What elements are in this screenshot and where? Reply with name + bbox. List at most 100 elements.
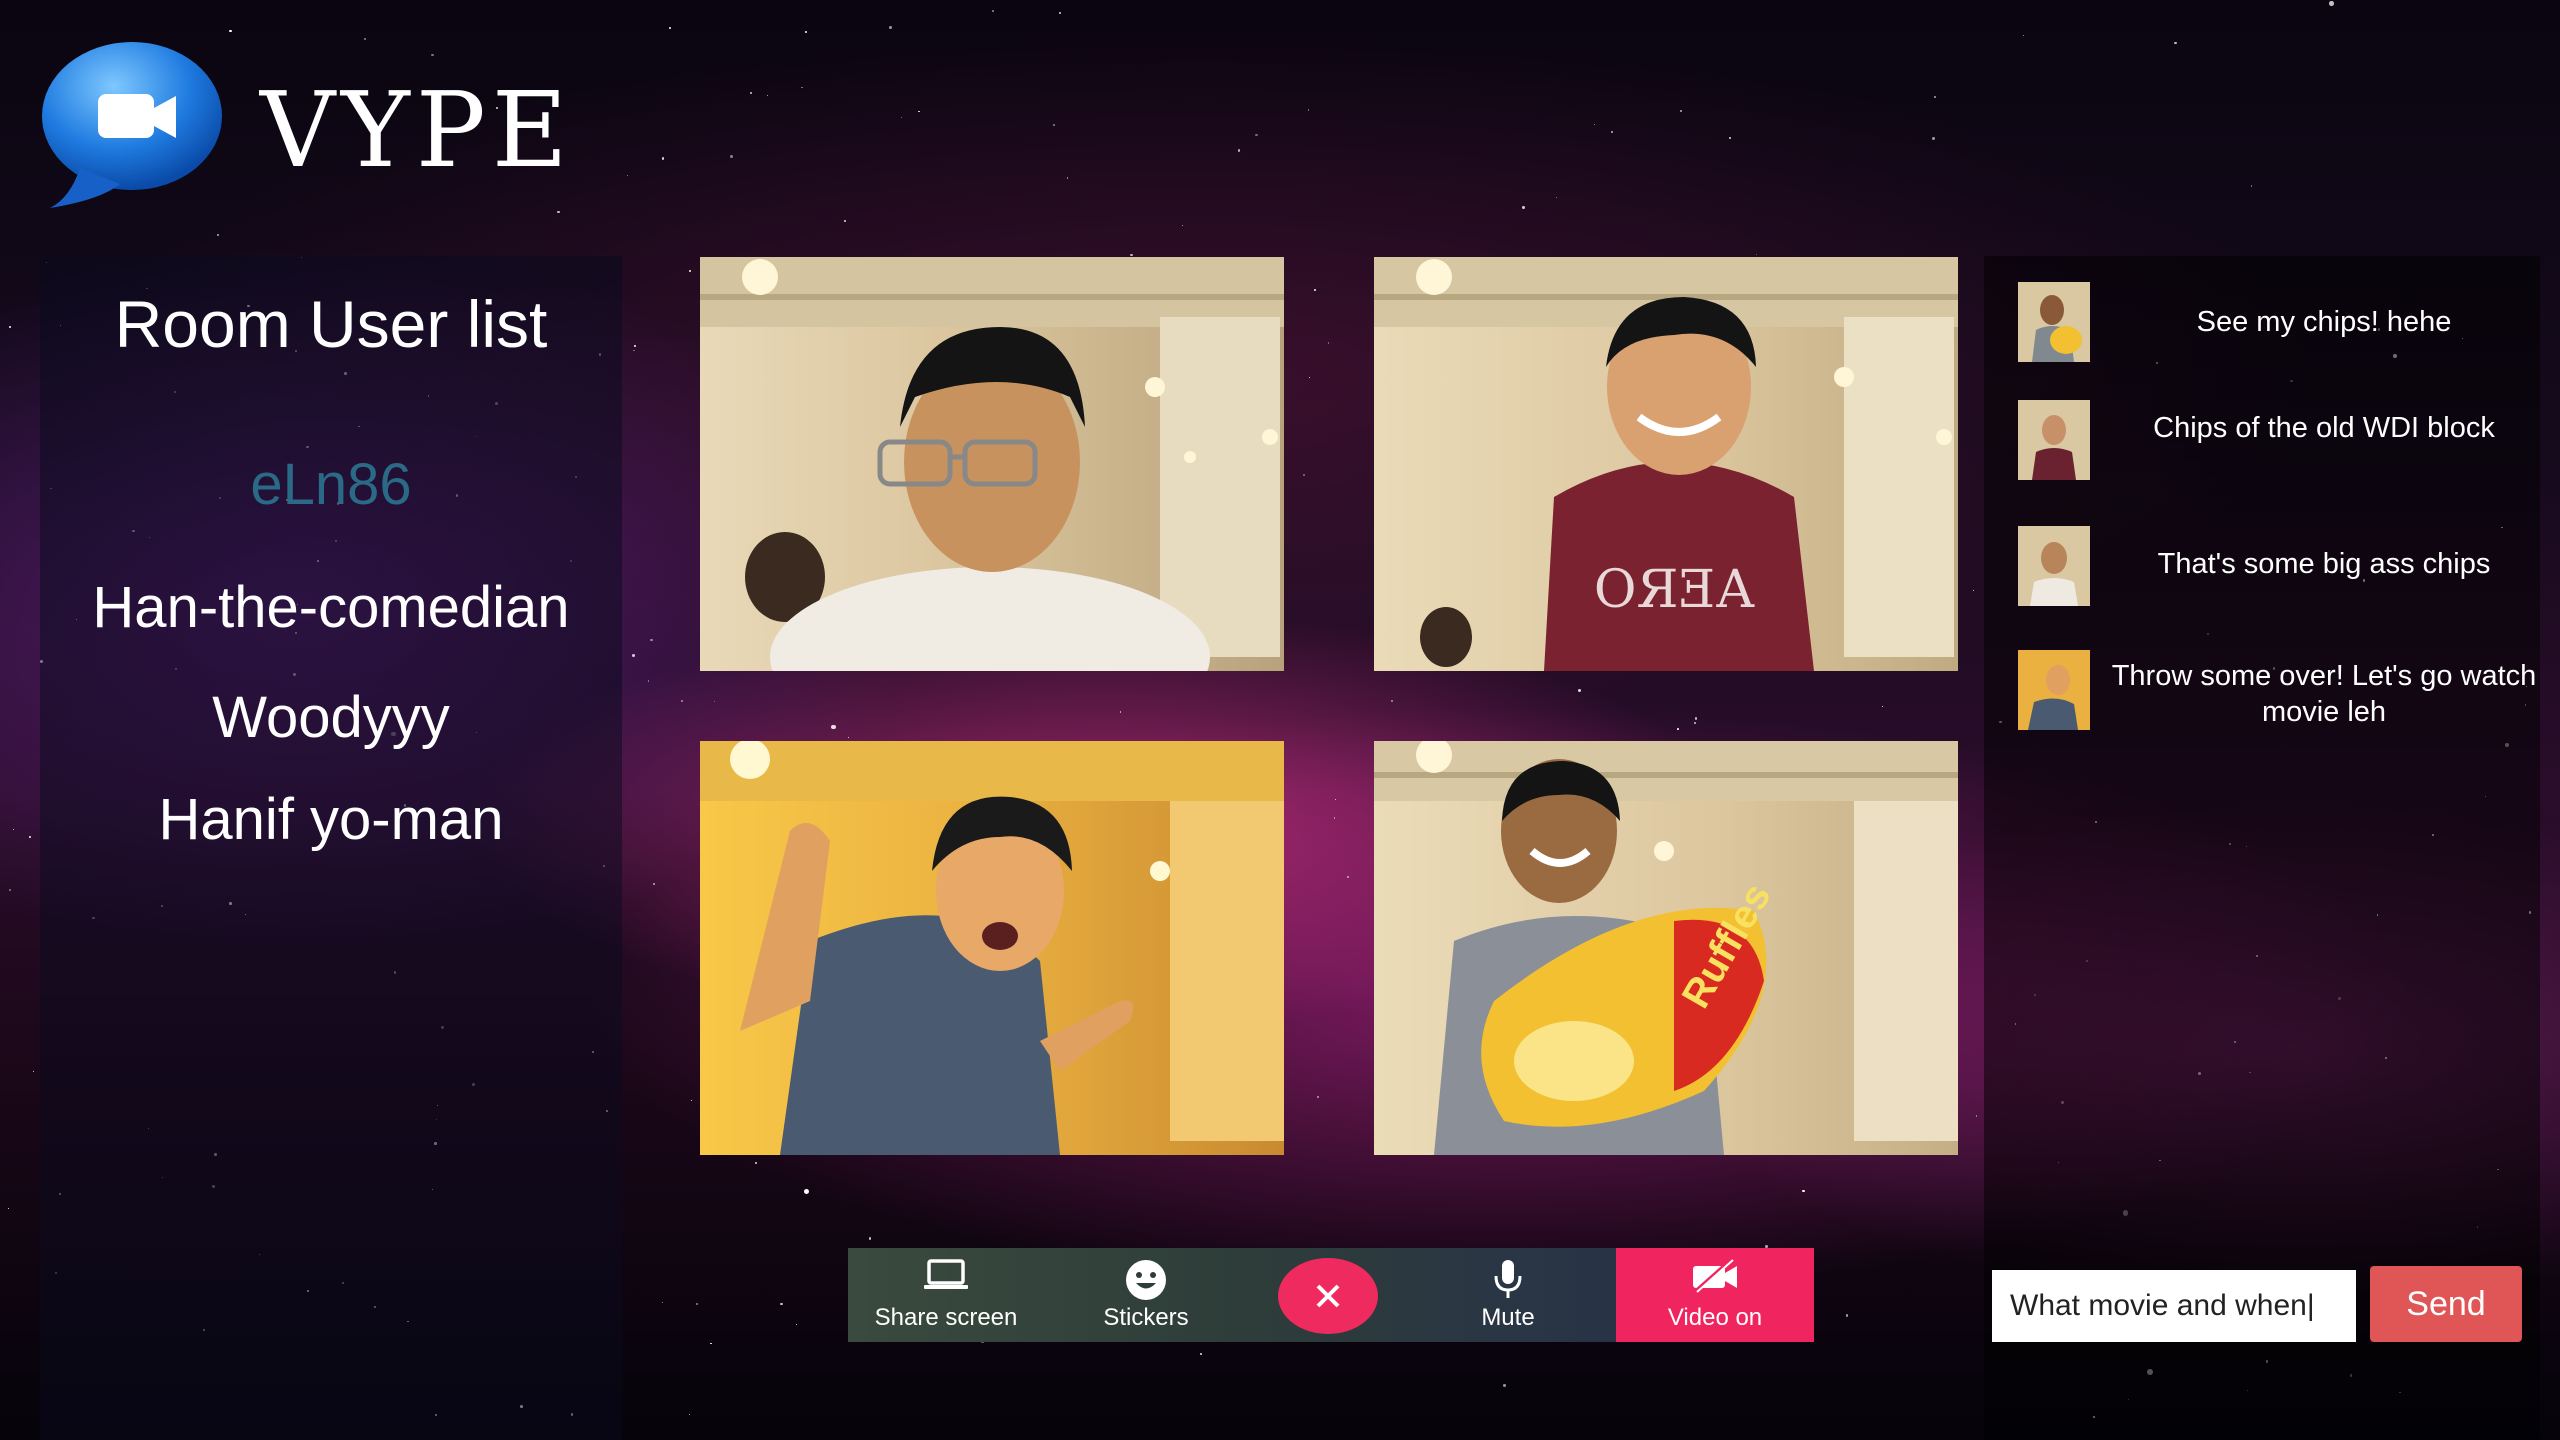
star	[1059, 12, 1062, 15]
video-tile-3	[700, 741, 1284, 1155]
star	[844, 220, 847, 223]
star	[632, 654, 636, 658]
microphone-icon	[1494, 1260, 1522, 1298]
star	[889, 26, 892, 29]
chat-message: See my chips! hehe	[1984, 282, 2540, 372]
star	[1679, 109, 1683, 113]
star	[690, 1100, 692, 1102]
chat-panel: See my chips! hehe Chips of the old WDI …	[1984, 256, 2540, 1440]
video-bubble-icon	[42, 42, 222, 208]
user-item-eln86[interactable]: eLn86	[40, 451, 622, 518]
star	[661, 157, 665, 160]
star	[2250, 185, 2252, 187]
star	[1313, 288, 1316, 291]
star	[2174, 41, 2177, 44]
star	[710, 1342, 712, 1344]
star	[750, 92, 753, 95]
star	[847, 736, 849, 739]
webcam-feed-person-maroon-shirt: OЯƎA	[1374, 257, 1958, 671]
star	[680, 699, 683, 702]
star	[1119, 711, 1122, 714]
user-item-woodyyy[interactable]: Woodyyy	[40, 684, 622, 751]
star	[1334, 798, 1337, 801]
star	[689, 1414, 691, 1416]
star	[1521, 205, 1525, 209]
star	[1975, 1115, 1977, 1117]
video-on-button[interactable]: Video on	[1616, 1248, 1814, 1342]
star	[729, 154, 733, 158]
star	[754, 1162, 757, 1165]
chat-message-text: See my chips! hehe	[2196, 306, 2452, 338]
star	[801, 86, 803, 89]
video-tile-4: Ruffles	[1374, 741, 1958, 1155]
video-tile-1	[700, 257, 1284, 671]
star	[1577, 688, 1581, 692]
mute-button[interactable]: Mute	[1410, 1248, 1606, 1342]
star	[1327, 342, 1329, 344]
star	[780, 1302, 783, 1305]
person-maroon-shirt-icon	[2018, 400, 2090, 480]
star	[1307, 109, 1310, 112]
webcam-feed-person-waving	[700, 741, 1284, 1155]
star	[669, 27, 672, 30]
star	[13, 828, 15, 830]
video-tile-2: OЯƎA	[1374, 257, 1958, 671]
star	[796, 1323, 798, 1326]
chat-message-input[interactable]	[1992, 1270, 2356, 1342]
star	[1182, 224, 1184, 226]
video-on-label: Video on	[1667, 1304, 1763, 1331]
star	[7, 1207, 9, 1210]
star	[991, 10, 994, 13]
star	[1556, 197, 1558, 199]
share-screen-button[interactable]: Share screen	[848, 1248, 1044, 1342]
end-call-button[interactable]	[1278, 1258, 1378, 1334]
star	[831, 724, 836, 730]
star	[1346, 875, 1350, 878]
call-control-bar: Share screen Stickers Mute Video on	[848, 1248, 1814, 1342]
close-icon	[1316, 1284, 1340, 1308]
app-logo: VYPE	[40, 38, 640, 218]
chat-message: Chips of the old WDI block	[1984, 400, 2540, 490]
star	[1594, 123, 1596, 125]
star	[1931, 137, 1935, 141]
star	[766, 95, 769, 97]
star	[1237, 149, 1241, 153]
star	[1129, 253, 1133, 257]
star	[652, 882, 656, 886]
user-list-title: Room User list	[114, 287, 548, 361]
star	[661, 1301, 664, 1304]
star	[868, 1237, 871, 1240]
star	[1728, 136, 1731, 139]
chat-message: Throw some over! Let's go watch movie le…	[1984, 650, 2540, 740]
star	[1503, 1384, 1506, 1387]
user-item-hanif-yo-man[interactable]: Hanif yo-man	[40, 786, 622, 853]
star	[32, 1071, 34, 1073]
star	[1845, 1314, 1848, 1317]
star	[714, 700, 716, 702]
send-button[interactable]: Send	[2370, 1266, 2522, 1342]
star	[1317, 1095, 1320, 1098]
star	[900, 117, 903, 119]
star	[695, 1302, 699, 1306]
star	[1677, 728, 1679, 731]
stickers-button[interactable]: Stickers	[1048, 1248, 1244, 1342]
star	[1200, 1353, 1203, 1355]
webcam-feed-person-with-chips: Ruffles	[1374, 741, 1958, 1155]
webcam-feed-person-glasses	[700, 257, 1284, 671]
user-item-han-the-comedian[interactable]: Han-the-comedian	[40, 574, 622, 641]
star	[1610, 131, 1613, 134]
room-user-list-panel: Room User list eLn86 Han-the-comedian Wo…	[40, 256, 622, 1440]
mute-label: Mute	[1481, 1304, 1535, 1331]
person-with-chips-icon	[2018, 282, 2090, 362]
chat-message-text: That's some big ass chips	[2157, 548, 2491, 580]
star	[1255, 133, 1258, 136]
app-name: VYPE	[260, 69, 574, 191]
star	[9, 889, 12, 892]
star	[29, 836, 32, 838]
star	[650, 638, 653, 641]
person-glasses-icon	[2018, 526, 2090, 606]
star	[1391, 699, 1394, 703]
star	[1066, 177, 1069, 180]
star	[633, 345, 636, 348]
star	[8, 326, 11, 329]
